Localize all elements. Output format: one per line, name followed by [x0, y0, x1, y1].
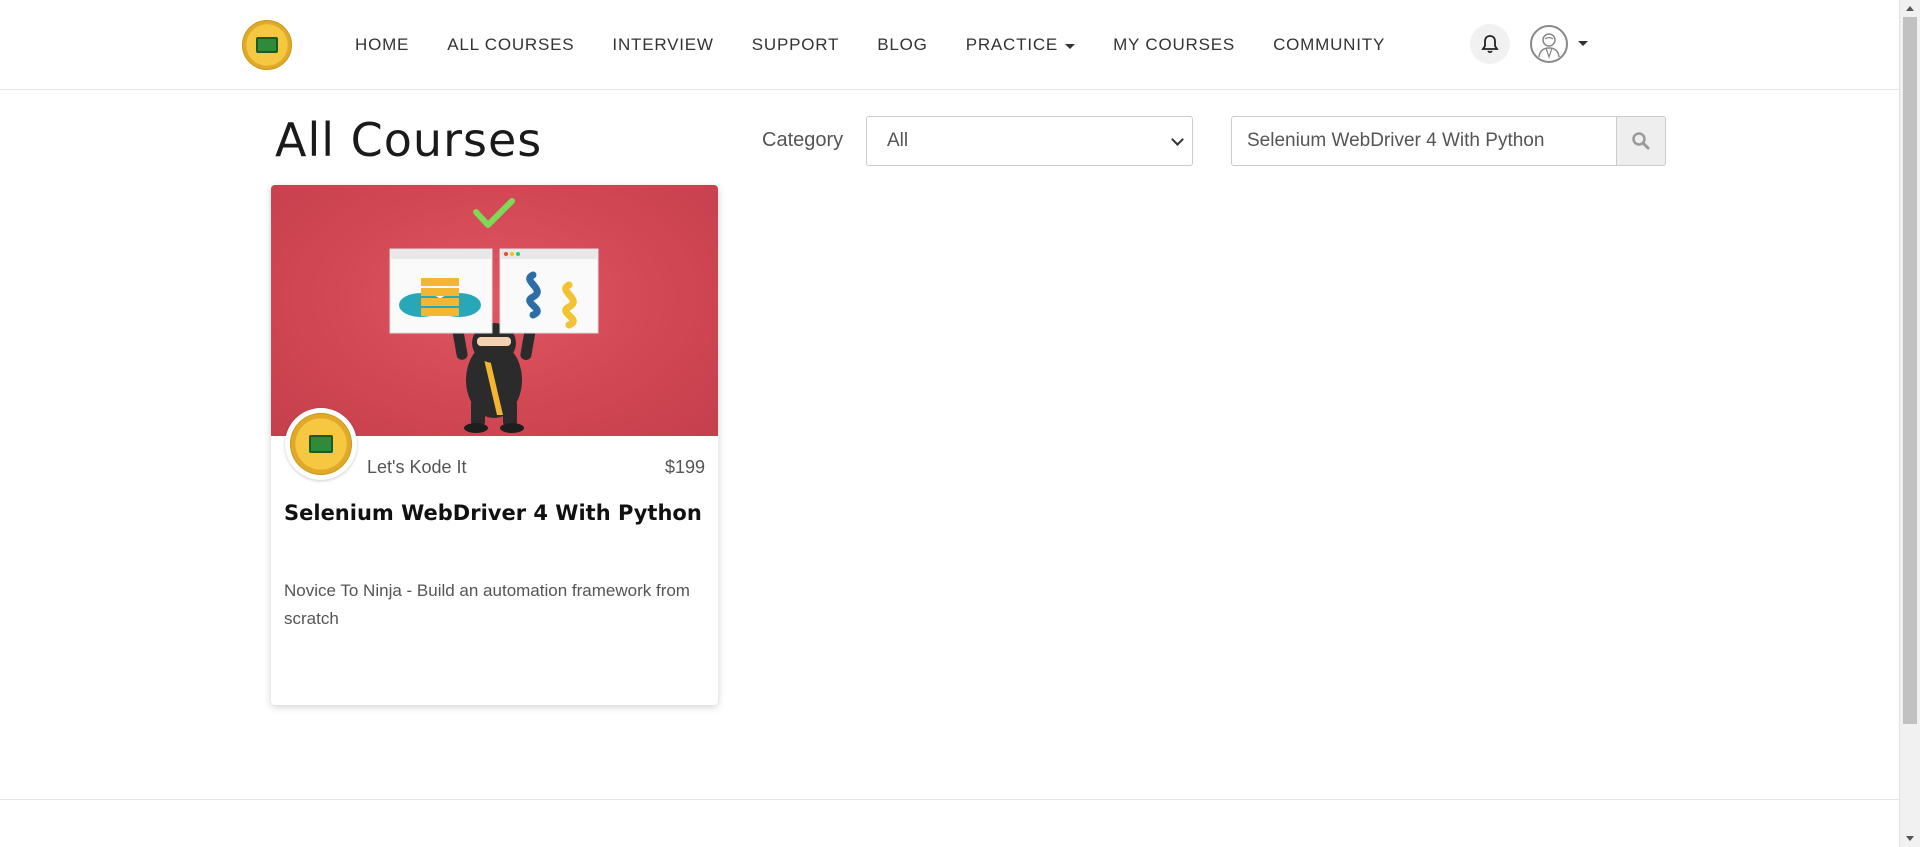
course-author: Let's Kode It	[367, 457, 467, 477]
notifications-button[interactable]	[1470, 24, 1510, 64]
page-scrollbar[interactable]	[1899, 0, 1920, 847]
nav-all-courses[interactable]: ALL COURSES	[447, 35, 574, 55]
nav-practice[interactable]: PRACTICE	[965, 35, 1076, 55]
user-avatar-icon	[1538, 33, 1560, 59]
course-search-input[interactable]: Selenium WebDriver 4 With Python	[1231, 116, 1616, 166]
logo-screen-icon	[256, 37, 278, 53]
user-avatar[interactable]	[1530, 25, 1568, 63]
nav-interview[interactable]: INTERVIEW	[612, 35, 713, 55]
top-navbar: HOME ALL COURSES INTERVIEW SUPPORT BLOG …	[0, 0, 1899, 90]
page-title: All Courses	[275, 113, 543, 167]
user-menu-caret-icon[interactable]	[1578, 41, 1588, 46]
course-card[interactable]: Let's Kode It $199 Selenium WebDriver 4 …	[271, 185, 718, 705]
search-icon	[1632, 132, 1650, 150]
site-logo[interactable]	[242, 20, 292, 70]
bell-icon	[1481, 35, 1499, 54]
category-label: Category	[762, 129, 844, 151]
nav-support[interactable]: SUPPORT	[752, 35, 839, 55]
course-thumbnail	[271, 185, 718, 436]
main-nav: HOME ALL COURSES INTERVIEW SUPPORT BLOG …	[355, 0, 1423, 90]
chevron-down-icon	[1171, 133, 1184, 146]
nav-my-courses[interactable]: MY COURSES	[1113, 35, 1235, 55]
author-logo-screen-icon	[309, 435, 333, 453]
nav-practice-label: PRACTICE	[965, 35, 1059, 54]
course-price: $199	[664, 457, 705, 477]
scroll-down-arrow-icon[interactable]	[1906, 836, 1914, 841]
category-select[interactable]: All	[866, 116, 1193, 166]
nav-home[interactable]: HOME	[355, 35, 409, 55]
search-button[interactable]	[1616, 116, 1666, 166]
scrollbar-thumb[interactable]	[1903, 17, 1917, 724]
nav-community[interactable]: COMMUNITY	[1273, 35, 1385, 55]
course-illustration	[389, 198, 599, 433]
category-selected-value: All	[887, 130, 909, 151]
course-subtitle: Novice To Ninja - Build an automation fr…	[284, 581, 690, 628]
footer-divider	[0, 799, 1899, 800]
author-avatar	[285, 408, 357, 480]
caret-down-icon	[1065, 43, 1076, 49]
scroll-up-arrow-icon[interactable]	[1906, 6, 1914, 11]
course-title[interactable]: Selenium WebDriver 4 With Python	[284, 501, 702, 525]
nav-blog[interactable]: BLOG	[877, 35, 927, 55]
